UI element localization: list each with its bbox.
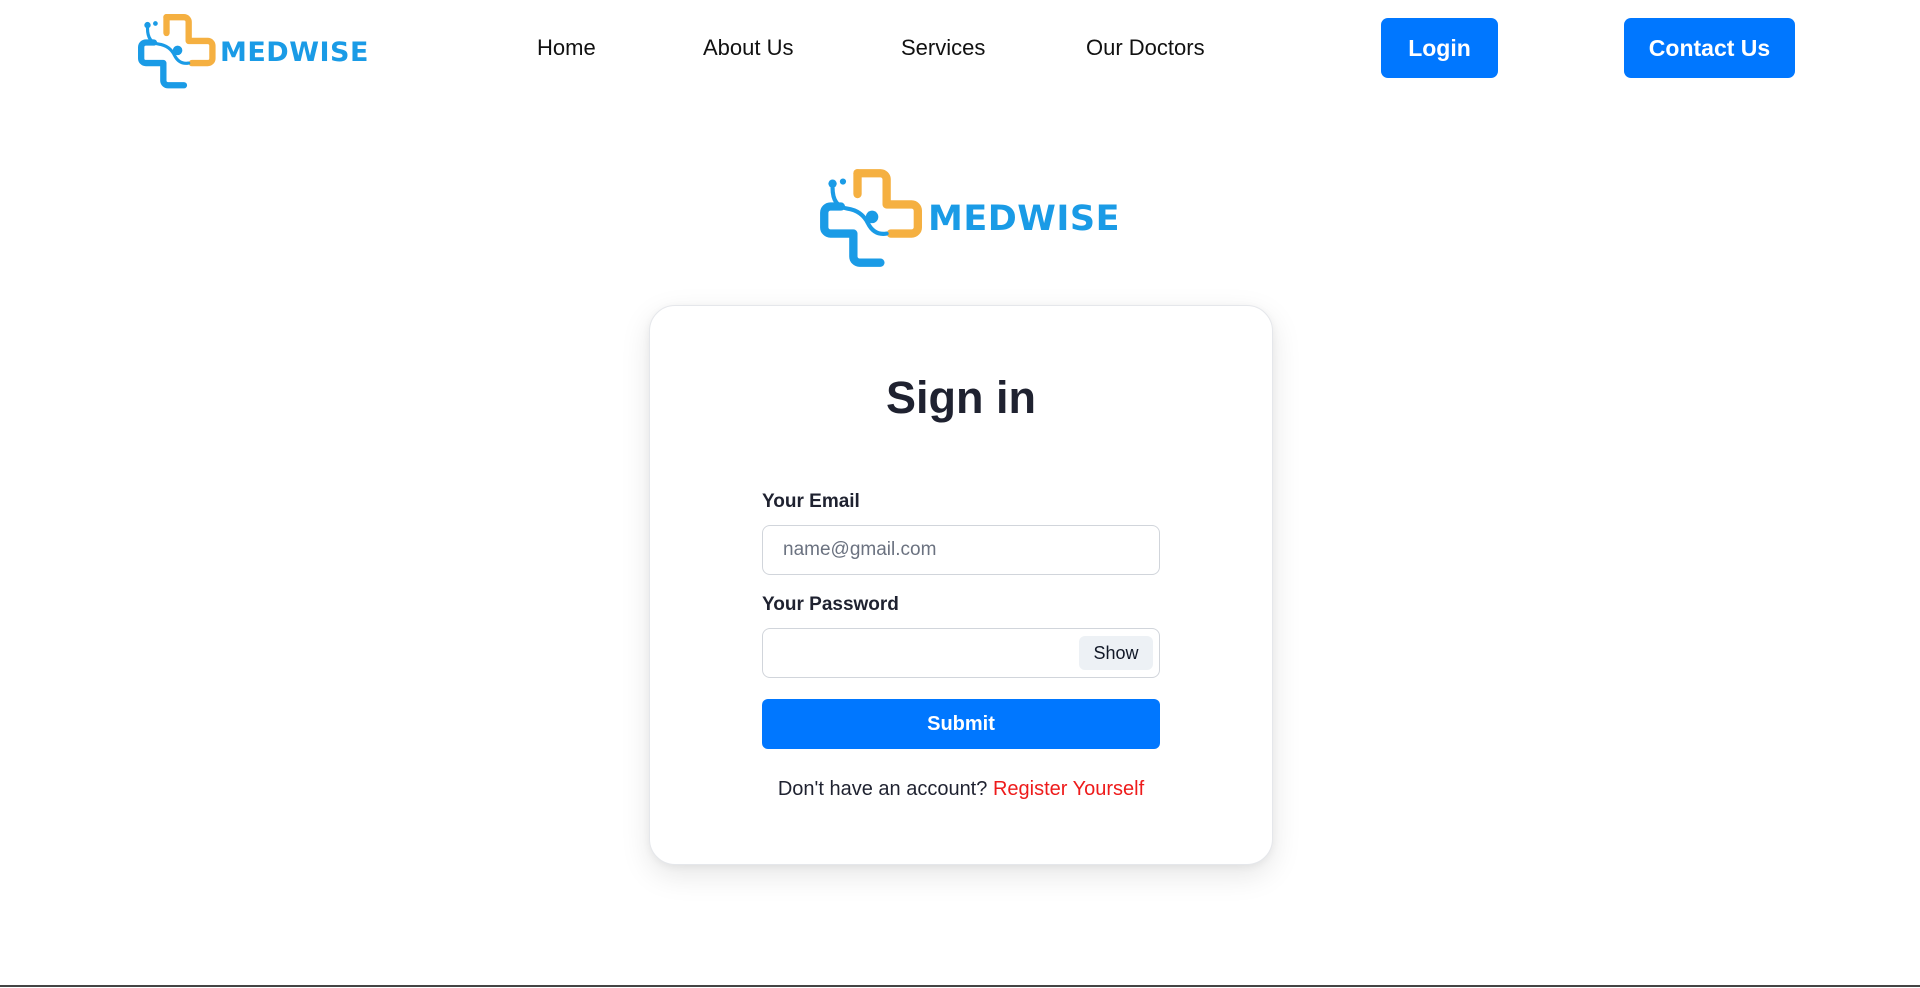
medical-cross-stethoscope-icon [820, 169, 922, 267]
brand-logo-link[interactable]: MEDWISE [136, 14, 369, 90]
register-prompt-text: Don't have an account? [777, 778, 988, 800]
nav-link-home[interactable]: Home [537, 32, 596, 64]
center-logo: MEDWISE [818, 168, 1120, 270]
brand-name: MEDWISE [220, 36, 369, 68]
navbar: MEDWISE Home About Us Services Our Docto… [0, 0, 1920, 100]
password-label: Your Password [762, 594, 899, 615]
email-input[interactable] [763, 526, 1159, 574]
nav-link-our-doctors[interactable]: Our Doctors [1086, 32, 1205, 64]
contact-us-button[interactable]: Contact Us [1624, 18, 1795, 78]
register-link[interactable]: Register Yourself [993, 778, 1144, 800]
medical-cross-stethoscope-icon [138, 14, 216, 89]
submit-button[interactable]: Submit [762, 699, 1160, 749]
signin-card: Sign in Your Email Your Password Show Su… [649, 305, 1273, 865]
login-button[interactable]: Login [1381, 18, 1498, 78]
center-brand-name: MEDWISE [928, 199, 1121, 239]
register-prompt-line: Don't have an account? Register Yourself [650, 778, 1272, 801]
nav-link-about-us[interactable]: About Us [703, 32, 794, 64]
email-field-wrapper [762, 525, 1160, 575]
bottom-divider [0, 985, 1920, 987]
email-label: Your Email [762, 491, 860, 512]
signin-title: Sign in [886, 372, 1036, 423]
show-password-button[interactable]: Show [1079, 636, 1153, 670]
password-field-wrapper: Show [762, 628, 1160, 678]
password-input[interactable] [763, 629, 1073, 677]
nav-link-services[interactable]: Services [901, 32, 985, 64]
